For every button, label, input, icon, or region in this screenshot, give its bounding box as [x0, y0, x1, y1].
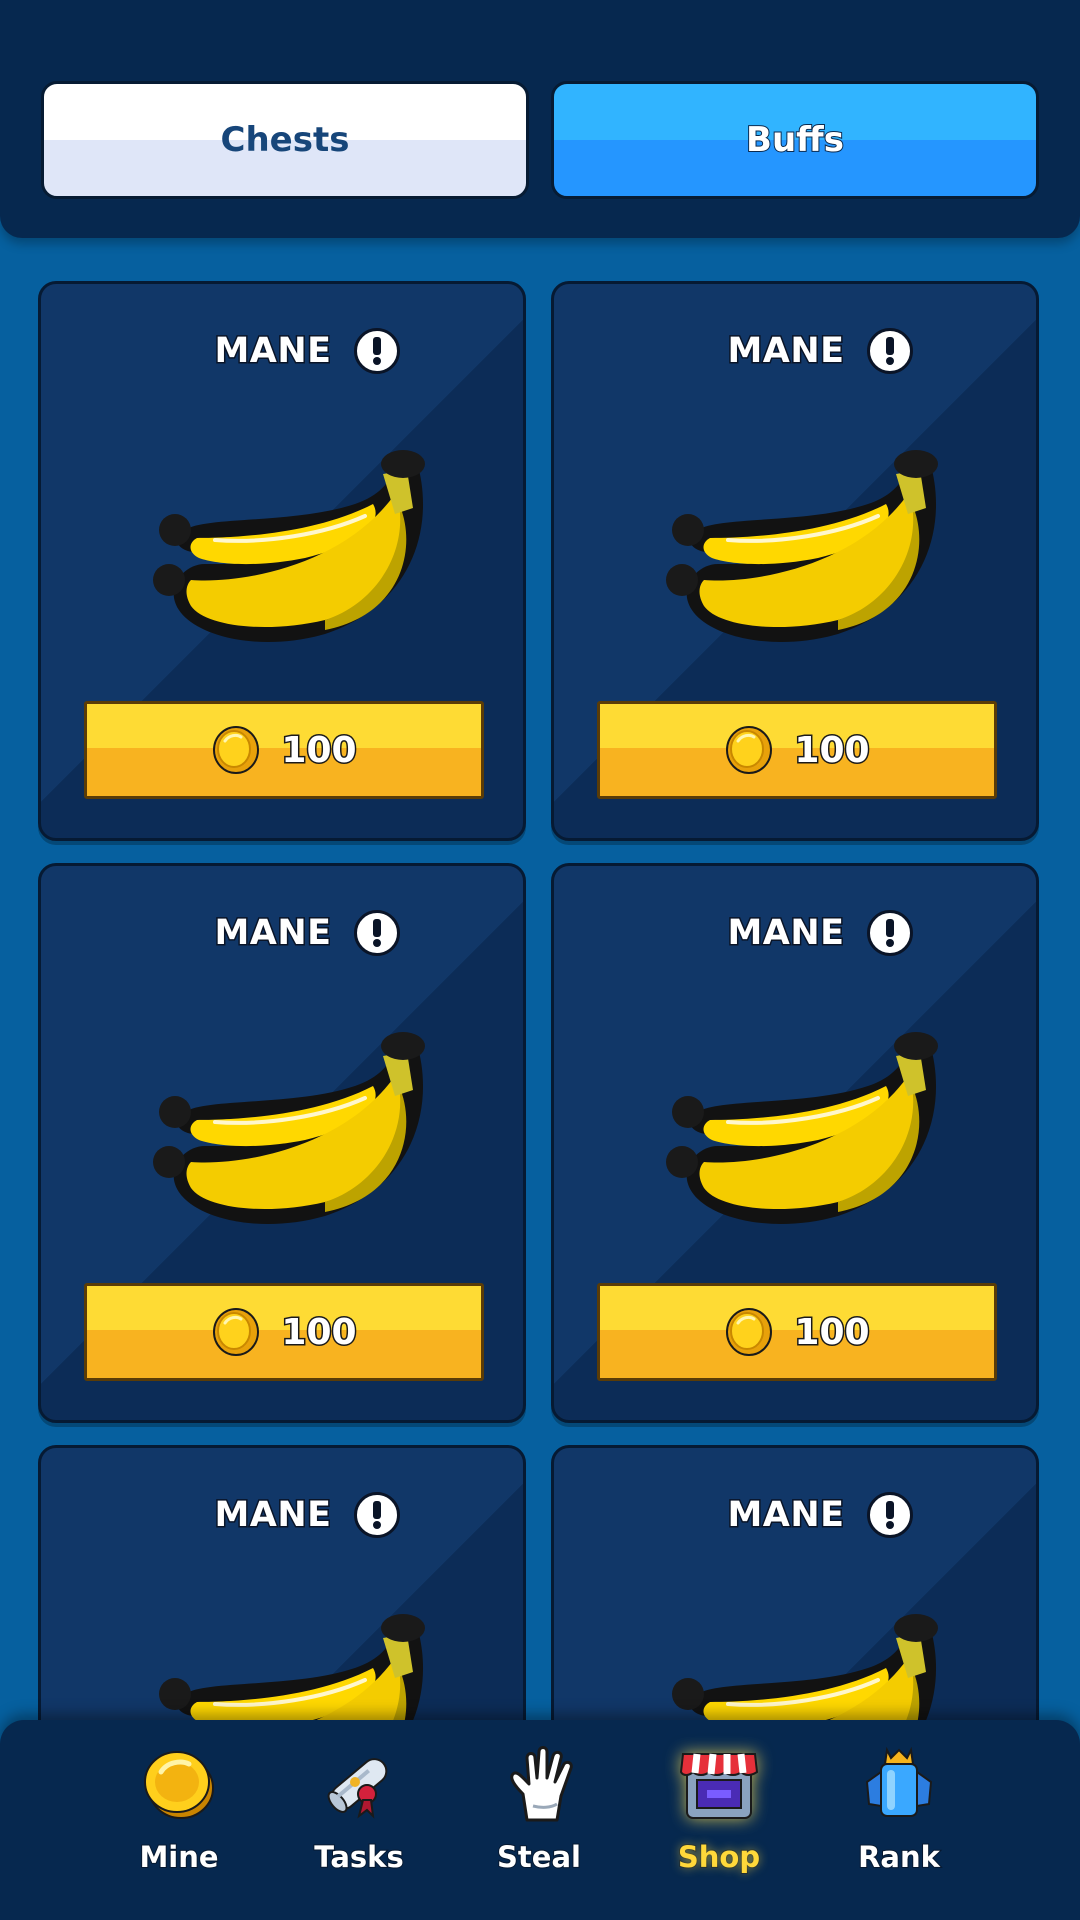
scroll-icon — [327, 1758, 388, 1819]
nav-item-steal[interactable]: Steal — [449, 1720, 629, 1920]
tab-chests-label: Chests — [220, 120, 350, 160]
trophy-icon — [865, 1746, 933, 1817]
price-label: 100 — [793, 1310, 871, 1354]
shop-card[interactable]: MANE 100 — [551, 863, 1039, 1423]
info-icon[interactable] — [866, 328, 913, 374]
card-title: MANE — [213, 330, 333, 373]
tab-chests[interactable]: Chests — [41, 81, 529, 199]
nav-label-steal: Steal — [496, 1839, 582, 1875]
buy-button[interactable]: 100 — [597, 1283, 997, 1381]
shop-card[interactable]: MANE 100 — [38, 281, 526, 841]
banana-icon — [666, 450, 938, 643]
info-icon[interactable] — [353, 910, 400, 956]
card-header: MANE — [554, 910, 1036, 956]
nav-item-mine[interactable]: Mine — [89, 1720, 269, 1920]
price-label: 100 — [793, 728, 871, 772]
coin-icon — [726, 1308, 773, 1356]
banana-icon — [672, 1614, 938, 1720]
card-title: MANE — [213, 1494, 333, 1537]
card-header: MANE — [41, 328, 523, 374]
shop-grid[interactable]: MANE 100 MANE 100 MANE 100 MANE 100 MANE… — [0, 0, 1080, 1720]
nav-label-rank: Rank — [857, 1839, 941, 1875]
card-header: MANE — [554, 1492, 1036, 1538]
info-icon[interactable] — [353, 328, 400, 374]
card-title: MANE — [213, 912, 333, 955]
buy-button[interactable]: 100 — [597, 701, 997, 799]
nav-item-shop[interactable]: Shop — [629, 1720, 809, 1920]
top-tab-bar: Chests Buffs — [0, 0, 1080, 238]
nav-label-mine: Mine — [138, 1839, 219, 1875]
bottom-nav: Mine Tasks Steal Shop Rank — [0, 1720, 1080, 1920]
card-header: MANE — [41, 1492, 523, 1538]
tab-buffs[interactable]: Buffs — [551, 81, 1039, 199]
shop-card[interactable]: MANE 100 — [551, 281, 1039, 841]
shop-card[interactable]: MANE 100 — [38, 863, 526, 1423]
tab-buffs-label: Buffs — [745, 119, 845, 161]
coin-icon — [144, 1751, 214, 1819]
price-label: 100 — [280, 1310, 358, 1354]
buy-button[interactable]: 100 — [84, 701, 484, 799]
info-icon[interactable] — [866, 910, 913, 956]
nav-label-shop: Shop — [677, 1839, 761, 1875]
coin-icon — [213, 1308, 260, 1356]
banana-icon — [153, 450, 425, 643]
coin-icon — [213, 726, 260, 774]
banana-icon — [153, 1032, 425, 1225]
card-title: MANE — [726, 912, 846, 955]
card-header: MANE — [41, 910, 523, 956]
nav-item-rank[interactable]: Rank — [809, 1720, 989, 1920]
nav-item-tasks[interactable]: Tasks — [269, 1720, 449, 1920]
info-icon[interactable] — [353, 1492, 400, 1538]
card-header: MANE — [554, 328, 1036, 374]
price-label: 100 — [280, 728, 358, 772]
coin-icon — [726, 726, 773, 774]
shop-icon — [679, 1753, 759, 1819]
nav-label-tasks: Tasks — [313, 1839, 404, 1875]
shop-card[interactable]: MANE 100 — [551, 1445, 1039, 1720]
glove-icon — [510, 1746, 573, 1822]
banana-icon — [159, 1614, 425, 1720]
info-icon[interactable] — [866, 1492, 913, 1538]
card-title: MANE — [726, 330, 846, 373]
card-title: MANE — [726, 1494, 846, 1537]
banana-icon — [666, 1032, 938, 1225]
buy-button[interactable]: 100 — [84, 1283, 484, 1381]
shop-card[interactable]: MANE 100 — [38, 1445, 526, 1720]
